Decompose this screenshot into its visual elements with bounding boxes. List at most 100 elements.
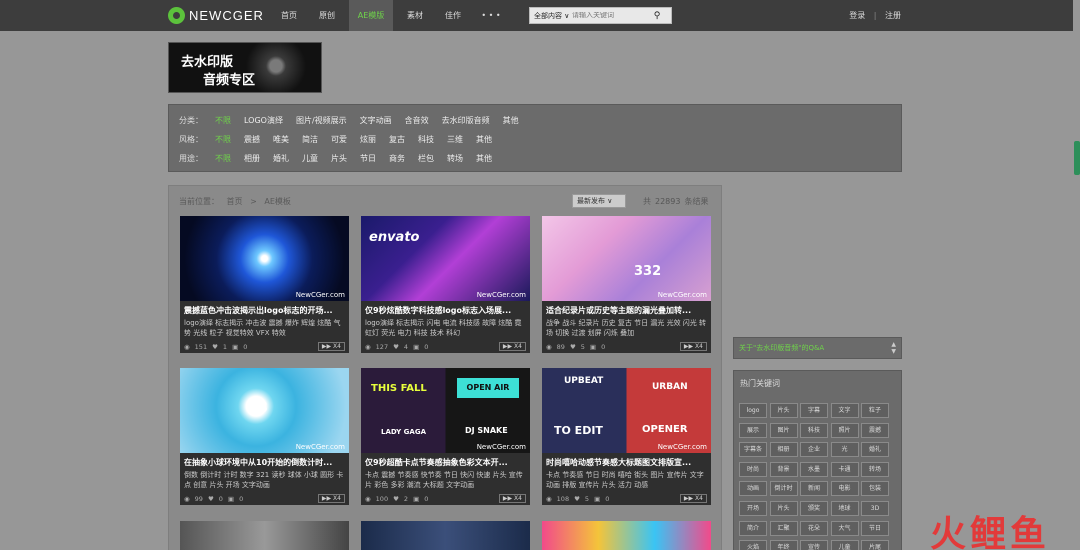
site-logo[interactable]: NEWCGER (168, 7, 264, 24)
card-title[interactable]: 在抽象小球环境中从10开始的倒数计时... (180, 453, 349, 470)
keyword-tag[interactable]: logo (739, 403, 767, 418)
keyword-tag[interactable]: 开场 (739, 500, 767, 516)
filter-option[interactable]: 儿童 (302, 153, 318, 164)
scrollbar-thumb[interactable] (1074, 141, 1080, 175)
template-card[interactable]: 332 NewCGer.com 适合纪录片或历史等主题的漏光叠加转... 战争 … (542, 216, 711, 353)
filter-option[interactable]: 复古 (389, 134, 405, 145)
keyword-tag[interactable]: 动画 (739, 481, 767, 497)
keyword-tag[interactable]: 粒子 (861, 403, 889, 418)
template-card[interactable]: envato NewCGer.com 仅9秒炫酷数字科技感logo标志入场展..… (361, 216, 530, 353)
keyword-tag[interactable]: 企业 (800, 442, 828, 458)
filter-option[interactable]: 婚礼 (273, 153, 289, 164)
nav-materials[interactable]: 素材 (396, 0, 434, 31)
card-thumbnail[interactable]: THIS FALL OPEN AIR LADY GAGA DJ SNAKE Ne… (361, 368, 530, 453)
nav-ae-templates[interactable]: AE模版 (349, 0, 393, 31)
filter-option[interactable]: LOGO演绎 (244, 115, 283, 126)
keyword-tag[interactable]: 火焰 (739, 540, 767, 550)
filter-option[interactable]: 节日 (360, 153, 376, 164)
promo-banner[interactable]: 去水印版 音频专区 (168, 42, 322, 93)
template-card[interactable]: NewCGer.com 震撼蓝色冲击波揭示出logo标志的开场... logo演… (180, 216, 349, 353)
nav-showcase[interactable]: 佳作 (434, 0, 472, 31)
page-scrollbar[interactable] (1073, 0, 1080, 550)
card-thumbnail[interactable]: 332 NewCGer.com (542, 216, 711, 301)
filter-option[interactable]: 文字动画 (360, 115, 392, 126)
card-thumbnail[interactable]: NewCGer.com (180, 216, 349, 301)
search-scope-select[interactable]: 全部内容 ∨ (530, 11, 572, 21)
keyword-tag[interactable]: 字幕 (800, 403, 828, 418)
filter-option[interactable]: 科技 (418, 134, 434, 145)
keyword-tag[interactable]: 汇聚 (769, 520, 798, 536)
card-thumbnail[interactable]: 8 NewCGer.com (180, 368, 349, 453)
filter-option[interactable]: 其他 (503, 115, 519, 126)
filter-option[interactable]: 转场 (447, 153, 463, 164)
preview-play-button[interactable]: ▶▶ X4 (679, 342, 707, 351)
card-title[interactable]: 适合纪录片或历史等主题的漏光叠加转... (542, 301, 711, 318)
keyword-tag[interactable]: 3D (861, 500, 889, 516)
template-card[interactable] (180, 521, 349, 550)
keyword-tag[interactable]: 转场 (861, 461, 889, 477)
qa-arrows-icon[interactable]: ▲ ▼ (891, 341, 896, 355)
keyword-tag[interactable]: 包装 (861, 481, 889, 497)
keyword-tag[interactable]: 图片 (769, 422, 798, 438)
login-link[interactable]: 登录 (849, 11, 865, 20)
keyword-tag[interactable]: 片头 (769, 403, 798, 418)
template-card[interactable]: THIS FALL OPEN AIR LADY GAGA DJ SNAKE Ne… (361, 368, 530, 505)
keyword-tag[interactable]: 展示 (739, 422, 767, 438)
filter-option[interactable]: 去水印版音频 (442, 115, 490, 126)
keyword-tag[interactable]: 文字 (830, 403, 859, 418)
template-card[interactable]: UPBEAT URBAN TO EDIT OPENER NewCGer.com … (542, 368, 711, 505)
keyword-tag[interactable]: 倒计时 (769, 481, 798, 497)
nav-more[interactable]: • • • (472, 0, 510, 31)
keyword-tag[interactable]: 大气 (830, 520, 859, 536)
nav-original[interactable]: 原创 (308, 0, 346, 31)
keyword-tag[interactable]: 震撼 (861, 422, 889, 438)
breadcrumb-current[interactable]: AE模板 (264, 197, 291, 206)
filter-option[interactable]: 不限 (215, 115, 231, 126)
keyword-tag[interactable]: 时尚 (739, 461, 767, 477)
keyword-tag[interactable]: 背景 (769, 461, 798, 477)
keyword-tag[interactable]: 水墨 (800, 461, 828, 477)
keyword-tag[interactable]: 片尾 (861, 540, 889, 550)
search-icon[interactable]: ⚲ (650, 11, 664, 21)
nav-home[interactable]: 首页 (270, 0, 308, 31)
keyword-tag[interactable]: 年终 (769, 540, 798, 550)
filter-option[interactable]: 三维 (447, 134, 463, 145)
keyword-tag[interactable]: 宣传 (800, 540, 828, 550)
keyword-tag[interactable]: 电影 (830, 481, 859, 497)
keyword-tag[interactable]: 字幕条 (739, 442, 767, 458)
card-title[interactable]: 仅9秒超酷卡点节奏感抽象色彩文本开... (361, 453, 530, 470)
preview-play-button[interactable]: ▶▶ X4 (498, 342, 526, 351)
filter-option[interactable]: 栏包 (418, 153, 434, 164)
filter-option[interactable]: 震撼 (244, 134, 260, 145)
card-title[interactable]: 仅9秒炫酷数字科技感logo标志入场展... (361, 301, 530, 318)
template-card[interactable] (542, 521, 711, 550)
filter-option[interactable]: 不限 (215, 153, 231, 164)
keyword-tag[interactable]: 科技 (800, 422, 828, 438)
search-input[interactable] (572, 12, 650, 19)
filter-option[interactable]: 图片/视频展示 (296, 115, 347, 126)
template-card[interactable]: 8 NewCGer.com 在抽象小球环境中从10开始的倒数计时... 倒数 倒… (180, 368, 349, 505)
keyword-tag[interactable]: 照片 (830, 422, 859, 438)
keyword-tag[interactable]: 婚礼 (861, 442, 889, 458)
filter-option[interactable]: 炫丽 (360, 134, 376, 145)
filter-option[interactable]: 唯美 (273, 134, 289, 145)
preview-play-button[interactable]: ▶▶ X4 (317, 494, 345, 503)
filter-option[interactable]: 其他 (476, 153, 492, 164)
filter-option[interactable]: 简洁 (302, 134, 318, 145)
card-title[interactable]: 时尚嘻哈动感节奏感大标题图文排版宣... (542, 453, 711, 470)
keyword-tag[interactable]: 光 (830, 442, 859, 458)
keyword-tag[interactable]: 颁奖 (800, 500, 828, 516)
keyword-tag[interactable]: 相册 (769, 442, 798, 458)
filter-option[interactable]: 其他 (476, 134, 492, 145)
filter-option[interactable]: 含音效 (405, 115, 429, 126)
card-title[interactable]: 震撼蓝色冲击波揭示出logo标志的开场... (180, 301, 349, 318)
filter-option[interactable]: 不限 (215, 134, 231, 145)
card-thumbnail[interactable]: UPBEAT URBAN TO EDIT OPENER NewCGer.com (542, 368, 711, 453)
filter-option[interactable]: 商务 (389, 153, 405, 164)
sort-select[interactable]: 最新发布 ∨ (572, 194, 626, 208)
filter-option[interactable]: 可爱 (331, 134, 347, 145)
keyword-tag[interactable]: 花朵 (800, 520, 828, 536)
filter-option[interactable]: 片头 (331, 153, 347, 164)
keyword-tag[interactable]: 片头 (769, 500, 798, 516)
card-thumbnail[interactable]: envato NewCGer.com (361, 216, 530, 301)
